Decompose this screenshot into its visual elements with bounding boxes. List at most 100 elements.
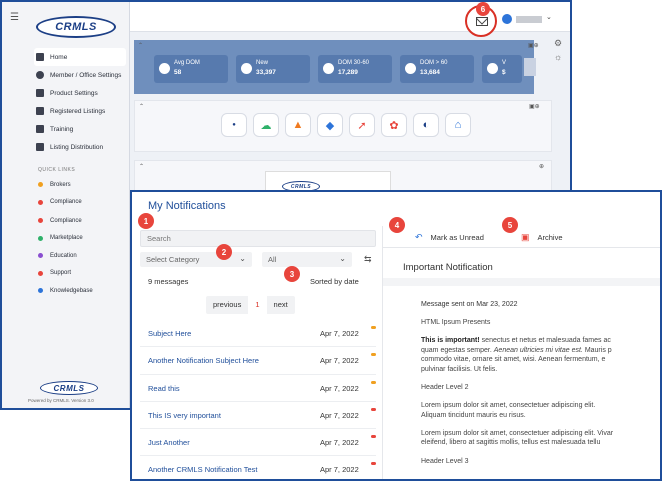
divider: [383, 278, 660, 286]
list-item[interactable]: Another Notification Subject Here Apr 7, …: [140, 347, 376, 375]
mark-as-unread-label: Mark as Unread: [430, 233, 484, 242]
quick-link-compliance[interactable]: Compliance: [38, 194, 128, 212]
sort-indicator[interactable]: Sorted by date: [310, 277, 359, 286]
sidebar-item-listing-distribution[interactable]: Listing Distribution: [34, 138, 126, 156]
widget-add-icon[interactable]: ⊕: [539, 163, 544, 170]
sidebar-item-home[interactable]: Home: [34, 48, 126, 66]
chevron-down-icon: ⌄: [239, 254, 246, 263]
flower-icon[interactable]: ✿: [381, 113, 407, 137]
sidebar-nav: Home Member / Office Settings Product Se…: [34, 48, 126, 156]
user-name-redacted[interactable]: [516, 16, 542, 23]
quick-link-brokers[interactable]: Brokers: [38, 176, 128, 194]
kpi-value: 33,397: [256, 69, 276, 76]
hamburger-menu-icon[interactable]: ☰: [10, 12, 19, 23]
filter-select[interactable]: All ⌄: [262, 252, 352, 267]
body-text: pulvinar facilisis. Ut felis.: [421, 365, 498, 373]
quick-link-knowledgebase[interactable]: Knowledgebase: [38, 282, 128, 300]
notification-subject: Read this: [148, 383, 180, 393]
chart-icon[interactable]: ▲: [285, 113, 311, 137]
quick-link-label: Education: [50, 252, 77, 259]
diamond-icon[interactable]: ◆: [317, 113, 343, 137]
list-icon: [36, 107, 44, 115]
notification-list-pane: Select Category ⌄ All ⌄ ⇆ 9 messages Sorte…: [140, 226, 380, 479]
notification-subject: Another CRMLS Notification Test: [148, 465, 258, 475]
notification-list: Subject Here Apr 7, 2022 Another Notifica…: [140, 320, 376, 479]
sidebar-item-product-settings[interactable]: Product Settings: [34, 84, 126, 102]
list-item[interactable]: This IS very important Apr 7, 2022: [140, 402, 376, 430]
kpi-value: 13,684: [420, 69, 440, 76]
notification-detail-pane: ↶ Mark as Unread ▣ Archive Important Notif…: [382, 226, 660, 479]
quick-link-compliance-2[interactable]: Compliance: [38, 212, 128, 230]
powered-by-text: Powered by CRMLS. Version 3.0: [28, 398, 94, 403]
kpi-card-partial[interactable]: V $: [482, 55, 522, 83]
priority-indicator-icon: [371, 353, 376, 357]
crmls-logo[interactable]: CRMLS: [36, 16, 116, 38]
chevron-down-icon[interactable]: ⌄: [546, 13, 552, 21]
carousel-next-arrow-icon[interactable]: [524, 58, 536, 76]
quick-link-marketplace[interactable]: Marketplace: [38, 230, 128, 248]
home-pin-icon[interactable]: ⌂: [445, 113, 471, 137]
refresh-icon[interactable]: ⇆: [364, 254, 372, 265]
kpi-label: New: [256, 60, 269, 66]
list-item[interactable]: Just Another Apr 7, 2022: [140, 429, 376, 457]
filter-select-value: All: [268, 255, 277, 264]
kpi-icon: [159, 63, 170, 74]
archive-label: Archive: [537, 233, 563, 242]
sidebar-item-training[interactable]: Training: [34, 120, 126, 138]
list-item[interactable]: Another CRMLS Notification Test Apr 7, 20…: [140, 456, 376, 479]
callout-badge-3: 3: [284, 266, 300, 282]
priority-indicator-icon: [371, 407, 376, 411]
sidebar-item-registered-listings[interactable]: Registered Listings: [34, 102, 126, 120]
kpi-card-avg-dom[interactable]: Avg DOM 58: [154, 55, 228, 83]
current-page[interactable]: 1: [248, 296, 267, 314]
category-select-value: Select Category: [146, 255, 200, 264]
widget-add-icon[interactable]: ▣⊕: [529, 103, 540, 110]
gear-icon[interactable]: ⚙: [554, 38, 562, 49]
archive-icon: ▣: [521, 232, 530, 242]
list-item[interactable]: Read this Apr 7, 2022: [140, 375, 376, 402]
quick-links: Brokers Compliance Compliance Marketplac…: [38, 176, 128, 300]
search-input[interactable]: [140, 230, 376, 247]
notification-date: Apr 7, 2022: [320, 356, 359, 366]
quick-link-education[interactable]: Education: [38, 247, 128, 265]
reply-arrow-icon: ↶: [415, 232, 423, 242]
mark-as-unread-button[interactable]: ↶ Mark as Unread: [415, 232, 484, 243]
sidebar-item-member-office-settings[interactable]: Member / Office Settings: [34, 66, 126, 84]
avatar[interactable]: [502, 14, 512, 24]
kpi-label: DOM 30-60: [338, 60, 370, 66]
kpi-value: $: [502, 69, 506, 76]
quick-link-label: Compliance: [50, 217, 82, 224]
body-intro: HTML Ipsum Presents: [421, 319, 491, 327]
archive-button[interactable]: ▣ Archive: [521, 232, 563, 243]
crmls-logo-icon[interactable]: ●: [221, 113, 247, 137]
body-paragraph-2: Lorem ipsum dolor sit amet, consectetuer…: [421, 401, 660, 420]
next-page-button[interactable]: next: [267, 296, 295, 314]
kpi-card-dom-30-60[interactable]: DOM 30-60 17,289: [318, 55, 392, 83]
sun-icon[interactable]: ☼: [554, 52, 562, 62]
notification-subject: Another Notification Subject Here: [148, 356, 259, 366]
list-item[interactable]: Subject Here Apr 7, 2022: [140, 320, 376, 348]
quick-link-label: Knowledgebase: [50, 287, 93, 294]
notification-date: Apr 7, 2022: [320, 438, 359, 448]
previous-page-button[interactable]: previous: [206, 296, 248, 314]
kpi-card-new[interactable]: New 33,397: [236, 55, 310, 83]
body-text: Aliquam tincidunt mauris eu risus.: [421, 411, 526, 419]
distribution-icon: [36, 143, 44, 151]
widget-add-icon[interactable]: ▣⊕: [528, 42, 539, 49]
gauge-icon[interactable]: ◐: [413, 113, 439, 137]
notification-body: Message sent on Mar 23, 2022 HTML Ipsum …: [421, 300, 660, 475]
pagination: previous 1 next: [206, 296, 295, 314]
crmls-footer-logo: CRMLS: [40, 381, 98, 395]
notification-date: Apr 7, 2022: [320, 410, 359, 420]
quick-link-support[interactable]: Support: [38, 265, 128, 283]
category-select[interactable]: Select Category ⌄: [140, 252, 252, 267]
graph-icon[interactable]: ➚: [349, 113, 375, 137]
collapse-icon[interactable]: ⌃: [138, 42, 143, 49]
sent-date: Message sent on Mar 23, 2022: [421, 301, 518, 308]
apps-widget: ⌃ ▣⊕ ● ☁ ▲ ◆ ➚ ✿ ◐ ⌂: [134, 100, 552, 152]
kpi-card-dom-over-60[interactable]: DOM > 60 13,684: [400, 55, 474, 83]
cloud-icon[interactable]: ☁: [253, 113, 279, 137]
collapse-icon[interactable]: ⌃: [139, 163, 144, 170]
collapse-icon[interactable]: ⌃: [139, 103, 144, 110]
dot-icon: [38, 288, 43, 294]
